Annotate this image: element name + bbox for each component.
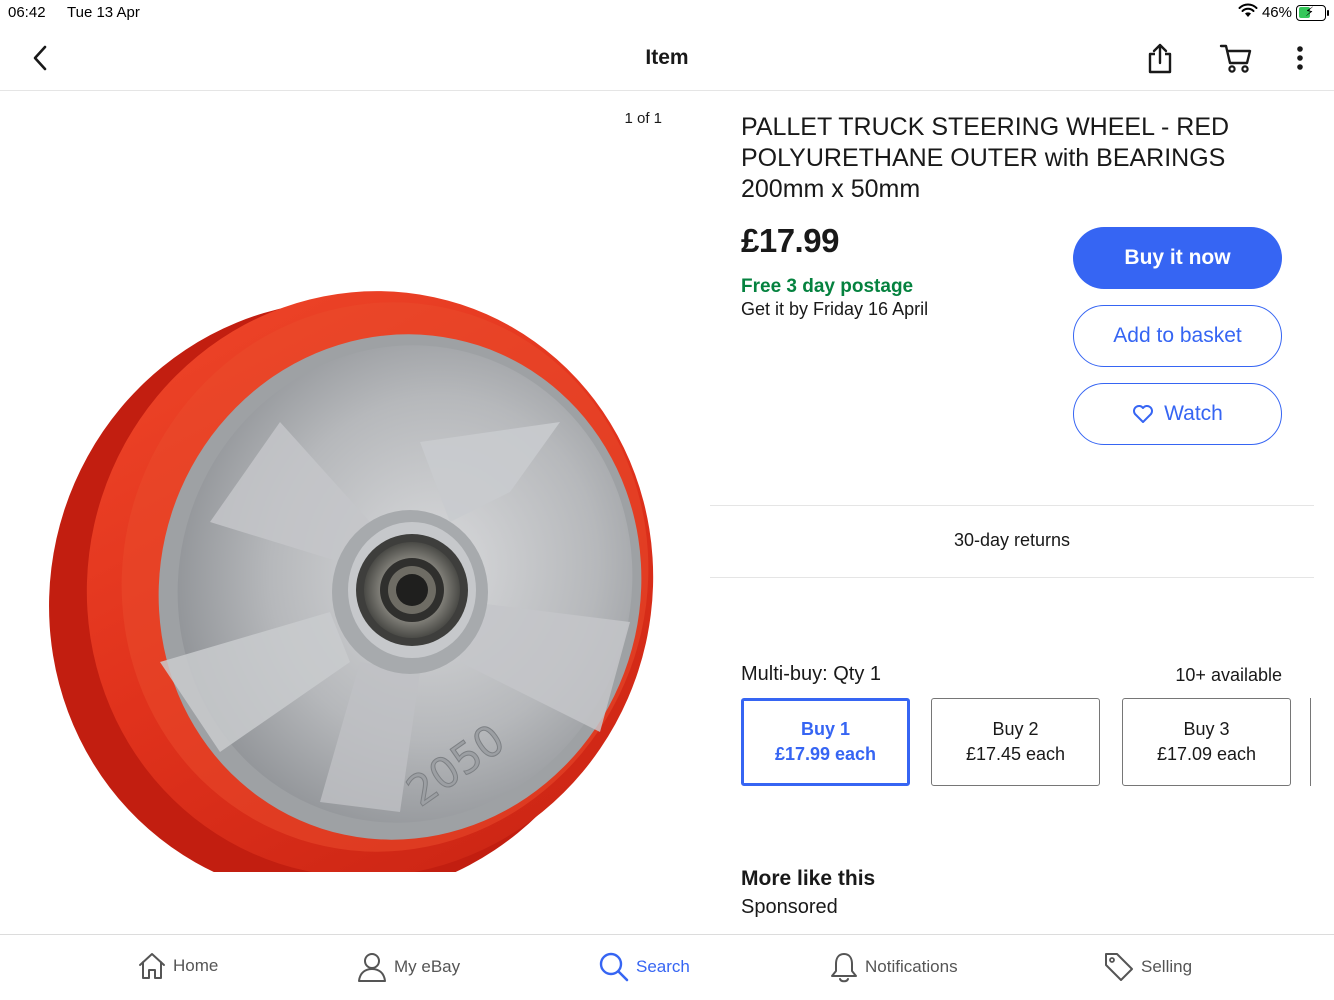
delivery-estimate: Get it by Friday 16 April xyxy=(741,299,929,319)
multibuy-qty: Buy 3 xyxy=(1183,719,1230,739)
tab-my-ebay[interactable]: My eBay xyxy=(356,951,460,983)
product-image[interactable]: 2050 xyxy=(40,192,660,872)
buy-it-now-label: Buy it now xyxy=(1124,246,1231,269)
tab-label: My eBay xyxy=(394,957,461,976)
add-to-basket-label: Add to basket xyxy=(1113,324,1242,347)
more-options-button[interactable] xyxy=(1282,40,1318,76)
battery-percent: 46% xyxy=(1261,4,1292,21)
postage-info: Free 3 day postage xyxy=(741,276,914,297)
bell-icon xyxy=(831,953,857,983)
multibuy-label: Multi-buy: Qty 1 xyxy=(741,663,882,685)
add-to-basket-button[interactable]: Add to basket xyxy=(1073,305,1282,367)
search-icon xyxy=(599,952,629,982)
item-detail: PALLET TRUCK STEERING WHEEL - RED POLYUR… xyxy=(741,112,1301,205)
item-price: £17.99 xyxy=(741,222,839,259)
multibuy-option-2[interactable]: Buy 2 £17.45 each xyxy=(931,698,1100,786)
person-icon xyxy=(358,953,386,982)
navigation-bar: Item xyxy=(0,26,1334,91)
image-counter: 1 of 1 xyxy=(624,110,662,127)
multibuy-price: £17.99 each xyxy=(774,744,877,764)
multibuy-price: £17.45 each xyxy=(965,744,1066,764)
multibuy-qty: Buy 2 xyxy=(992,719,1039,739)
cart-button[interactable] xyxy=(1218,40,1254,76)
buy-it-now-button[interactable]: Buy it now xyxy=(1073,227,1282,289)
sponsored-label: Sponsored xyxy=(741,896,838,918)
tab-label: Selling xyxy=(1141,957,1193,976)
multibuy-option-1[interactable]: Buy 1 £17.99 each xyxy=(741,698,910,786)
page-title: Item xyxy=(645,46,689,69)
share-button[interactable] xyxy=(1142,40,1178,76)
wifi-icon xyxy=(1238,3,1258,22)
vertical-ellipsis-icon xyxy=(1297,46,1303,70)
image-gallery[interactable]: 1 of 1 2050 xyxy=(0,92,706,934)
tab-label: Notifications xyxy=(865,957,958,976)
tag-icon xyxy=(1105,953,1133,981)
watch-label: Watch xyxy=(1164,402,1223,425)
divider xyxy=(710,505,1314,506)
tab-label: Search xyxy=(636,957,690,976)
status-bar: 06:42 Tue 13 Apr 46% ⚡ xyxy=(0,0,1334,26)
more-like-this-heading: More like this xyxy=(741,867,876,890)
share-icon xyxy=(1148,43,1172,74)
availability: 10+ available xyxy=(1175,665,1282,685)
status-time: 06:42 xyxy=(8,4,46,21)
tab-search[interactable]: Search xyxy=(598,951,690,983)
home-icon xyxy=(139,953,165,979)
multibuy-option-partial[interactable] xyxy=(1310,698,1334,786)
status-date: Tue 13 Apr xyxy=(67,4,140,21)
item-title: PALLET TRUCK STEERING WHEEL - RED POLYUR… xyxy=(741,113,1230,203)
returns-policy[interactable]: 30-day returns xyxy=(710,530,1314,551)
status-indicators: 46% ⚡ xyxy=(1238,3,1329,22)
tab-label: Home xyxy=(173,956,219,975)
multibuy-price: £17.09 each xyxy=(1156,744,1257,764)
multibuy-qty: Buy 1 xyxy=(800,719,851,739)
tab-notifications[interactable]: Notifications xyxy=(829,951,958,983)
tab-selling[interactable]: Selling xyxy=(1103,951,1192,983)
tab-bar: Home My eBay Search Notifications Sellin… xyxy=(0,934,1334,1000)
battery-icon: ⚡ xyxy=(1296,4,1329,21)
multibuy-option-3[interactable]: Buy 3 £17.09 each xyxy=(1122,698,1291,786)
cart-icon xyxy=(1219,44,1252,73)
divider xyxy=(710,577,1314,578)
heart-icon xyxy=(1133,405,1154,423)
tab-home[interactable]: Home xyxy=(137,951,218,981)
watch-button[interactable]: Watch xyxy=(1073,383,1282,445)
